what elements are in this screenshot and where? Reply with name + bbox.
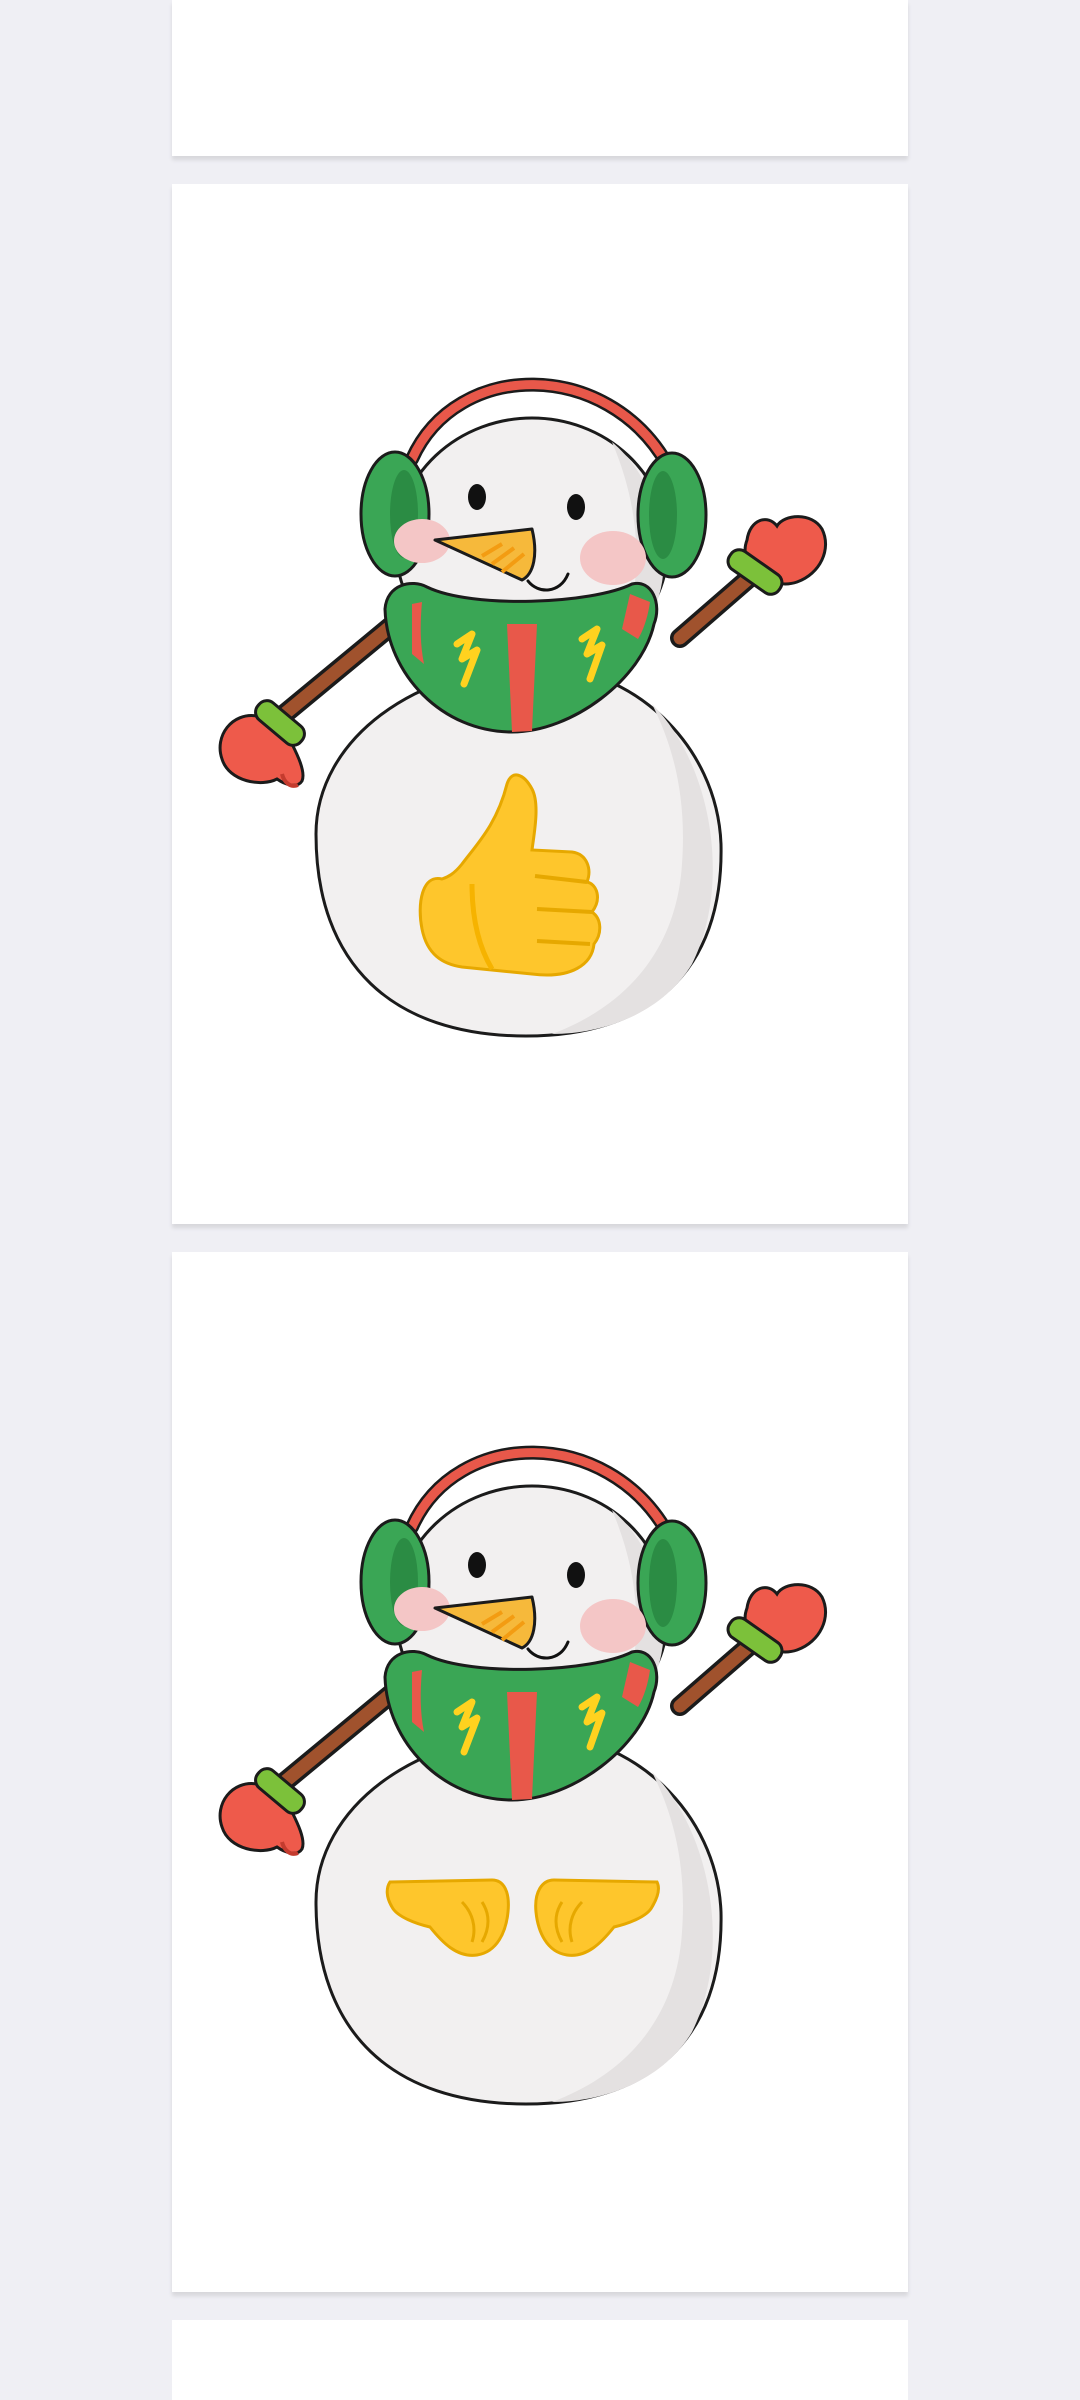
snowman-sticker: [172, 184, 908, 1224]
sticker-feed[interactable]: [0, 0, 1080, 2400]
snowman-sticker: [172, 1252, 908, 2292]
sticker-card-partial-bottom[interactable]: [172, 2320, 908, 2400]
sticker-card[interactable]: [172, 1252, 908, 2292]
sticker-card-partial-top[interactable]: [172, 0, 908, 156]
sticker-card[interactable]: [172, 184, 908, 1224]
